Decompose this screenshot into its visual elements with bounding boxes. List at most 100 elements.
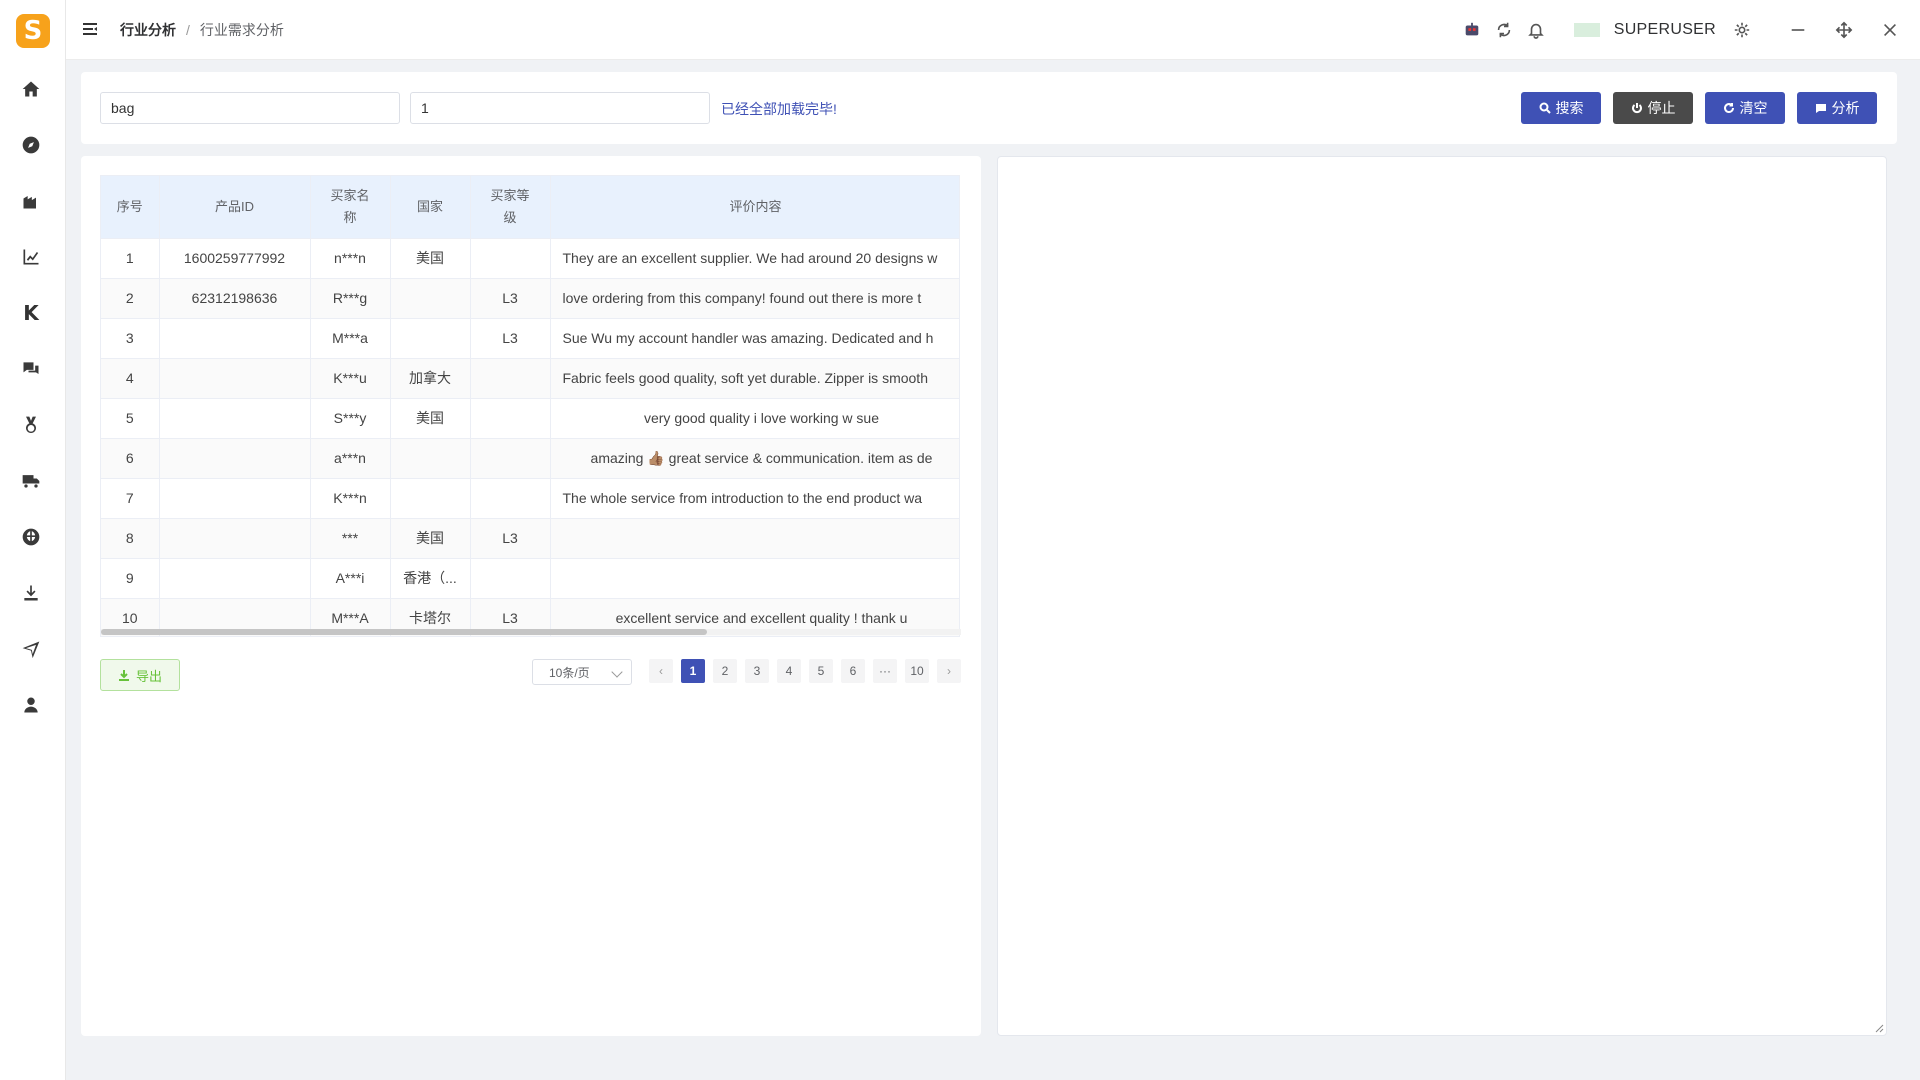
avatar[interactable] <box>1573 23 1600 37</box>
page-button[interactable]: 6 <box>841 659 865 683</box>
power-icon <box>1631 103 1642 114</box>
cell-buyer-level: L3 <box>470 517 551 558</box>
page-button[interactable]: 2 <box>713 659 737 683</box>
close-icon[interactable] <box>1880 20 1900 40</box>
cell-country: 香港（... <box>390 557 471 598</box>
results-table[interactable]: 序号 产品ID 买家名称 国家 买家等级 评价内容 1 1600259777992… <box>100 175 960 637</box>
table-row[interactable]: 2 62312198636 R***g L3 love ordering from th… <box>101 277 959 318</box>
table-row[interactable]: 4 K***u 加拿大 Fabric feels good quality, soft… <box>101 357 959 398</box>
sidebar: S K <box>0 0 66 1080</box>
menu-toggle-icon[interactable] <box>80 19 100 39</box>
next-page-button[interactable]: › <box>937 659 961 683</box>
horizontal-scrollbar[interactable] <box>101 629 961 635</box>
cell-buyer-level: L3 <box>470 277 551 318</box>
cell-country: 加拿大 <box>390 357 471 398</box>
clear-button[interactable]: 清空 <box>1705 92 1785 124</box>
app-logo[interactable]: S <box>16 14 50 48</box>
table-row[interactable]: 1 1600259777992 n***n 美国 They are an excelle… <box>101 237 959 278</box>
prev-page-button[interactable]: ‹ <box>649 659 673 683</box>
page-button[interactable]: 5 <box>809 659 833 683</box>
page-button[interactable]: 10 <box>905 659 929 683</box>
bell-icon[interactable] <box>1526 20 1546 40</box>
header-index[interactable]: 序号 <box>101 176 160 238</box>
table-row[interactable]: 9 A***i 香港（... <box>101 557 959 598</box>
cell-index: 9 <box>101 557 160 598</box>
analyze-button-label: 分析 <box>1831 100 1860 116</box>
clear-button-label: 清空 <box>1739 100 1768 116</box>
cell-review <box>550 517 959 558</box>
export-button[interactable]: 导出 <box>100 659 180 691</box>
page-button[interactable]: 4 <box>777 659 801 683</box>
globe-icon[interactable] <box>18 524 44 550</box>
table-row[interactable]: 7 K***n The whole service from introductio… <box>101 477 959 518</box>
header-product-id[interactable]: 产品ID <box>159 176 311 238</box>
breadcrumb: 行业分析 / 行业需求分析 <box>120 20 284 40</box>
send-icon[interactable] <box>18 636 44 662</box>
cell-country <box>390 477 471 518</box>
refresh-icon[interactable] <box>1494 20 1514 40</box>
message-icon <box>1815 104 1826 113</box>
cell-review: very good quality i love working w sue <box>550 397 959 438</box>
line-chart-icon[interactable] <box>18 244 44 270</box>
cell-buyer-name: *** <box>310 517 391 558</box>
header-country[interactable]: 国家 <box>390 176 471 238</box>
username[interactable]: SUPERUSER <box>1614 21 1716 39</box>
cell-index: 7 <box>101 477 160 518</box>
resize-handle-icon[interactable] <box>1874 1023 1884 1033</box>
cell-buyer-level <box>470 237 551 278</box>
header-buyer-level[interactable]: 买家等级 <box>470 176 551 238</box>
table-row[interactable]: 6 a***n amazing 👍🏽 great service & communi… <box>101 437 959 478</box>
download-icon[interactable] <box>18 580 44 606</box>
cell-product-id <box>159 477 311 518</box>
page-ellipsis[interactable]: ··· <box>873 659 897 683</box>
cell-review: amazing 👍🏽 great service & communication… <box>550 437 959 478</box>
user-icon[interactable] <box>18 692 44 718</box>
cell-review: They are an excellent supplier. We had a… <box>550 237 959 278</box>
building-icon[interactable] <box>18 188 44 214</box>
header-buyer-name[interactable]: 买家名称 <box>310 176 391 238</box>
cell-buyer-name: K***n <box>310 477 391 518</box>
chat-icon[interactable] <box>18 356 44 382</box>
cell-review <box>550 557 959 598</box>
cell-index: 5 <box>101 397 160 438</box>
home-icon[interactable] <box>18 76 44 102</box>
robot-icon[interactable] <box>1462 20 1482 40</box>
stop-button[interactable]: 停止 <box>1613 92 1693 124</box>
cell-buyer-level <box>470 357 551 398</box>
header-review[interactable]: 评价内容 <box>550 176 959 238</box>
cell-country <box>390 317 471 358</box>
keyword-input[interactable] <box>100 92 400 124</box>
table-row[interactable]: 3 M***a L3 Sue Wu my account handler was am… <box>101 317 959 358</box>
analyze-button[interactable]: 分析 <box>1797 92 1877 124</box>
cell-product-id <box>159 397 311 438</box>
move-icon[interactable] <box>1834 20 1854 40</box>
cell-review: Fabric feels good quality, soft yet dura… <box>550 357 959 398</box>
k-icon[interactable]: K <box>18 300 44 326</box>
breadcrumb-parent[interactable]: 行业分析 <box>120 20 176 40</box>
shipping-icon[interactable] <box>18 468 44 494</box>
search-button[interactable]: 搜索 <box>1521 92 1601 124</box>
cell-product-id <box>159 517 311 558</box>
gear-icon[interactable] <box>1732 20 1752 40</box>
page-button[interactable]: 1 <box>681 659 705 683</box>
minimize-icon[interactable] <box>1788 20 1808 40</box>
medal-icon[interactable] <box>18 412 44 438</box>
cell-product-id: 1600259777992 <box>159 237 311 278</box>
compass-icon[interactable] <box>18 132 44 158</box>
page-size-select[interactable]: 10条/页 <box>532 659 632 685</box>
scrollbar-thumb[interactable] <box>101 629 707 635</box>
page-button[interactable]: 3 <box>745 659 769 683</box>
cell-buyer-name: a***n <box>310 437 391 478</box>
cell-product-id: 62312198636 <box>159 277 311 318</box>
analysis-output-panel[interactable] <box>997 156 1887 1036</box>
search-icon <box>1539 102 1551 114</box>
page-count-input[interactable] <box>410 92 710 124</box>
cell-index: 2 <box>101 277 160 318</box>
cell-country: 美国 <box>390 237 471 278</box>
cell-buyer-name: K***u <box>310 357 391 398</box>
table-row[interactable]: 8 *** 美国 L3 <box>101 517 959 558</box>
cell-buyer-name: S***y <box>310 397 391 438</box>
pagination: ‹ 1 2 3 4 5 6 ··· 10 › <box>649 659 961 683</box>
cell-product-id <box>159 437 311 478</box>
table-row[interactable]: 5 S***y 美国 very good quality i love working… <box>101 397 959 438</box>
